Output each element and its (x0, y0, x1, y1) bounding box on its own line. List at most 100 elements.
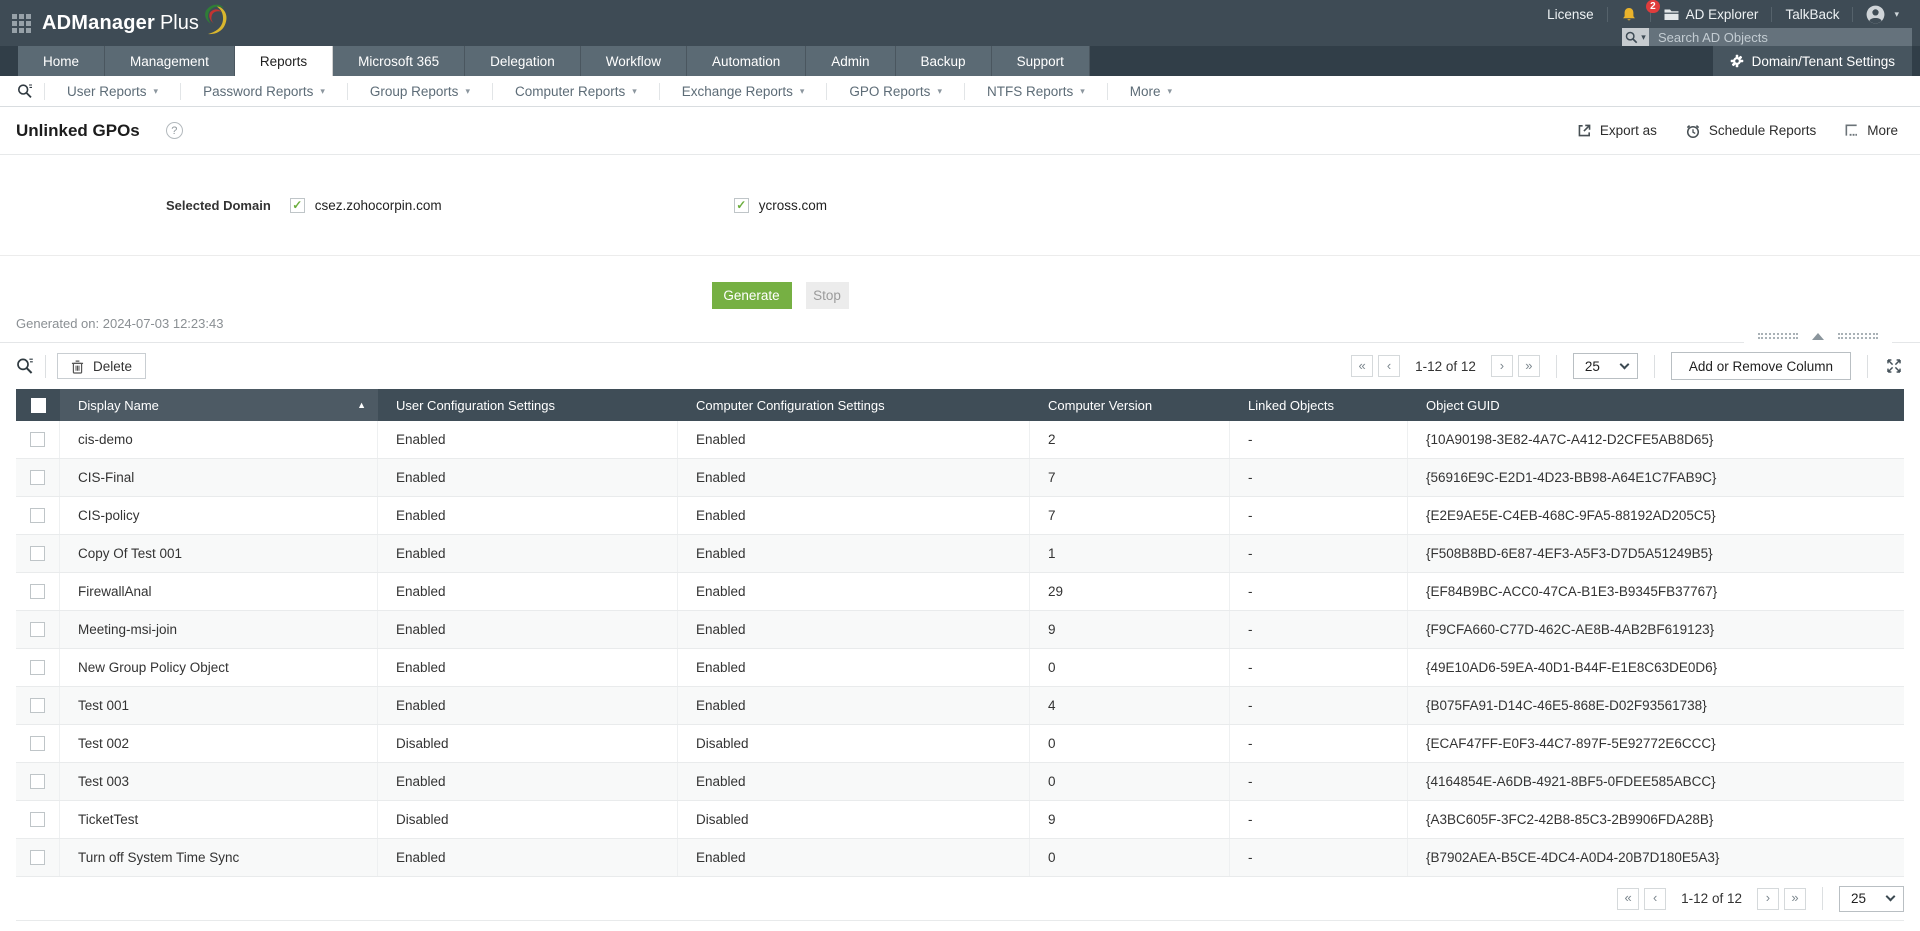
chevron-down-icon: ▾ (153, 85, 159, 96)
column-header-computer-version[interactable]: Computer Version (1030, 389, 1230, 421)
nav-tab-microsoft-365[interactable]: Microsoft 365 (333, 46, 466, 76)
license-link[interactable]: License (1534, 7, 1607, 22)
fullscreen-toggle-button[interactable] (1884, 358, 1904, 374)
chevron-down-icon: ▾ (1080, 85, 1085, 96)
generate-button[interactable]: Generate (711, 282, 792, 309)
cell-computer-version: 2 (1030, 421, 1230, 458)
nav-tab-reports[interactable]: Reports (234, 46, 334, 76)
column-header-object-guid[interactable]: Object GUID (1408, 389, 1904, 421)
pager-last-button[interactable]: » (1783, 887, 1806, 910)
reports-nav-gpo-reports[interactable]: GPO Reports ▾ (827, 82, 965, 100)
table-row[interactable]: CIS-Final Enabled Enabled 7 - {56916E9C-… (16, 459, 1904, 497)
column-header-display-name[interactable]: Display Name ▲ (60, 389, 378, 421)
table-row[interactable]: Turn off System Time Sync Enabled Enable… (16, 839, 1904, 877)
domain-checkbox-item[interactable]: ✓ ycross.com (733, 197, 827, 213)
chevron-down-icon: ▾ (799, 85, 805, 96)
row-checkbox[interactable] (30, 698, 45, 713)
collapse-panel-handle[interactable] (1744, 329, 1892, 343)
column-header-computer-config[interactable]: Computer Configuration Settings (678, 389, 1030, 421)
reports-nav-more[interactable]: More ▾ (1108, 83, 1194, 100)
account-menu[interactable]: ▾ (1853, 5, 1912, 24)
pager-next-button[interactable]: › (1756, 887, 1779, 910)
help-icon[interactable]: ? (165, 122, 183, 139)
search-input[interactable] (1649, 28, 1912, 46)
nav-tab-support[interactable]: Support (991, 46, 1090, 76)
pager-first-button[interactable]: « (1617, 887, 1640, 910)
apps-grid-icon[interactable] (12, 13, 31, 33)
add-remove-column-button[interactable]: Add or Remove Column (1670, 352, 1851, 380)
reports-nav-group-reports[interactable]: Group Reports ▾ (348, 82, 493, 100)
table-row[interactable]: CIS-policy Enabled Enabled 7 - {E2E9AE5E… (16, 497, 1904, 535)
cell-linked-objects: - (1230, 649, 1408, 686)
row-checkbox[interactable] (30, 470, 45, 485)
nav-tab-workflow[interactable]: Workflow (580, 46, 687, 76)
cell-user-config: Enabled (378, 839, 678, 876)
table-row[interactable]: Test 003 Enabled Enabled 0 - {4164854E-A… (16, 763, 1904, 801)
domain-checkbox[interactable]: ✓ (733, 197, 749, 213)
pager-last-button[interactable]: » (1517, 355, 1540, 377)
column-header-linked-objects[interactable]: Linked Objects (1230, 389, 1408, 421)
stop-button[interactable]: Stop (805, 282, 849, 309)
table-row[interactable]: Meeting-msi-join Enabled Enabled 9 - {F9… (16, 611, 1904, 649)
generated-on-timestamp: Generated on: 2024-07-03 12:23:43 (16, 316, 224, 331)
row-checkbox[interactable] (30, 622, 45, 637)
row-checkbox[interactable] (30, 850, 45, 865)
delete-button[interactable]: Delete (57, 353, 147, 379)
report-search-button[interactable] (6, 82, 45, 100)
more-actions-button[interactable]: More (1844, 123, 1898, 138)
table-row[interactable]: Test 002 Disabled Disabled 0 - {ECAF47FF… (16, 725, 1904, 763)
pager-first-button[interactable]: « (1351, 355, 1374, 377)
nav-tab-management[interactable]: Management (105, 46, 235, 76)
reports-nav-user-reports[interactable]: User Reports ▾ (45, 82, 182, 100)
ad-explorer-link[interactable]: AD Explorer (1651, 7, 1772, 22)
reports-subnav: User Reports ▾ Password Reports ▾ Group … (0, 76, 1920, 107)
row-checkbox[interactable] (30, 812, 45, 827)
cell-user-config: Enabled (378, 611, 678, 648)
row-checkbox[interactable] (30, 508, 45, 523)
nav-tab-home[interactable]: Home (18, 46, 106, 76)
grid-search-button[interactable] (16, 357, 34, 375)
table-row[interactable]: New Group Policy Object Enabled Enabled … (16, 649, 1904, 687)
domain-checkbox[interactable]: ✓ (289, 197, 305, 213)
table-row[interactable]: TicketTest Disabled Disabled 9 - {A3BC60… (16, 801, 1904, 839)
nav-tab-admin[interactable]: Admin (806, 46, 896, 76)
reports-nav-computer-reports[interactable]: Computer Reports ▾ (493, 82, 660, 100)
nav-tab-delegation[interactable]: Delegation (465, 46, 581, 76)
cell-computer-config: Enabled (678, 687, 1030, 724)
page-size-select[interactable]: 25 (1572, 353, 1638, 379)
pager-next-button[interactable]: › (1490, 355, 1513, 377)
reports-nav-ntfs-reports[interactable]: NTFS Reports ▾ (965, 82, 1108, 100)
pager-prev-button[interactable]: ‹ (1378, 355, 1401, 377)
export-as-button[interactable]: Export as (1577, 123, 1657, 138)
app-logo[interactable]: ADManager Plus (42, 4, 231, 38)
row-checkbox[interactable] (30, 774, 45, 789)
search-scope-button[interactable]: ▾ (1622, 28, 1649, 46)
row-checkbox[interactable] (30, 584, 45, 599)
table-row[interactable]: Copy Of Test 001 Enabled Enabled 1 - {F5… (16, 535, 1904, 573)
primary-tabs: Home Management Reports Microsoft 365 De… (18, 46, 1090, 76)
page-size-select[interactable]: 25 (1838, 885, 1904, 912)
table-row[interactable]: cis-demo Enabled Enabled 2 - {10A90198-3… (16, 421, 1904, 459)
table-row[interactable]: FirewallAnal Enabled Enabled 29 - {EF84B… (16, 573, 1904, 611)
row-checkbox[interactable] (30, 432, 45, 447)
nav-tab-automation[interactable]: Automation (686, 46, 807, 76)
cell-display-name: Copy Of Test 001 (60, 535, 378, 572)
schedule-reports-button[interactable]: Schedule Reports (1685, 123, 1816, 139)
domain-tenant-settings-button[interactable]: Domain/Tenant Settings (1712, 46, 1912, 76)
table-row[interactable]: Test 001 Enabled Enabled 4 - {B075FA91-D… (16, 687, 1904, 725)
talkback-link[interactable]: TalkBack (1772, 7, 1852, 22)
pager-prev-button[interactable]: ‹ (1644, 887, 1667, 910)
chevron-down-icon (1619, 359, 1630, 369)
reports-nav-exchange-reports[interactable]: Exchange Reports ▾ (660, 82, 828, 100)
page-title: Unlinked GPOs (16, 120, 140, 140)
nav-tab-backup[interactable]: Backup (895, 46, 992, 76)
column-header-user-config[interactable]: User Configuration Settings (378, 389, 678, 421)
row-checkbox[interactable] (30, 660, 45, 675)
notifications-button[interactable]: 2 (1608, 0, 1660, 23)
row-checkbox[interactable] (30, 736, 45, 751)
select-all-checkbox[interactable] (30, 397, 46, 413)
domain-checkbox-item[interactable]: ✓ csez.zohocorpin.com (289, 197, 715, 213)
row-checkbox[interactable] (30, 546, 45, 561)
export-icon (1578, 124, 1591, 137)
reports-nav-password-reports[interactable]: Password Reports ▾ (181, 82, 348, 100)
